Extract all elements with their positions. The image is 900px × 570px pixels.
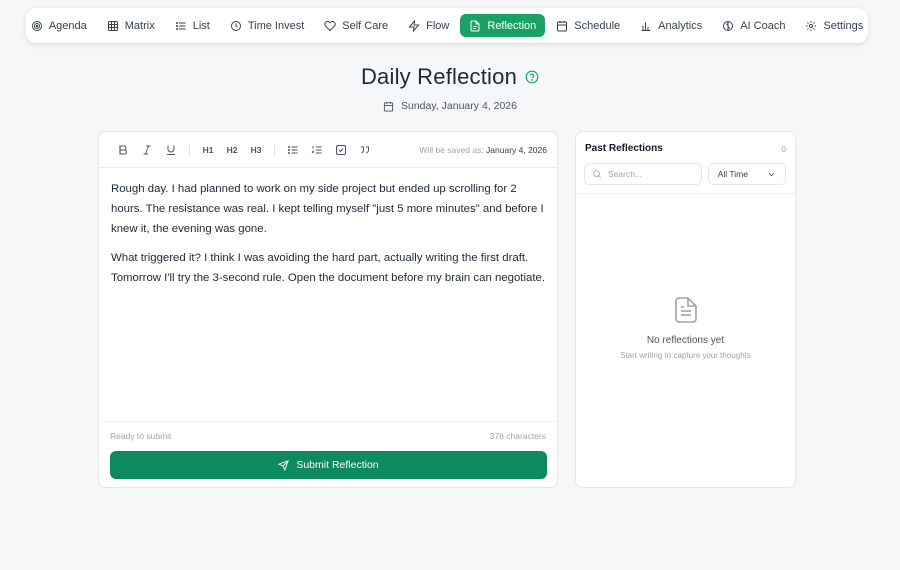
nav-item-label: Settings <box>823 19 864 32</box>
nav-item-label: Matrix <box>124 19 155 32</box>
empty-state: No reflections yet Start writing to capt… <box>576 297 795 360</box>
nav-item-label: List <box>192 19 210 32</box>
editor-toolbar: H1 H2 H3 Will be saved as: January 4, 20… <box>99 132 557 168</box>
heading-1-button[interactable]: H1 <box>196 139 220 161</box>
editor-paragraph: Rough day. I had planned to work on my s… <box>111 183 544 235</box>
nav-item-label: Agenda <box>48 19 87 32</box>
submit-status: Ready to submit <box>110 431 172 441</box>
nav-item-label: Analytics <box>658 19 703 32</box>
bullet-list-button[interactable] <box>281 139 305 161</box>
submit-reflection-button[interactable]: Submit Reflection <box>110 451 547 479</box>
past-reflections-title: Past Reflections <box>585 143 663 154</box>
nav-item-label: AI Coach <box>740 19 786 32</box>
calendar-icon <box>557 20 568 31</box>
nav-item-label: Schedule <box>574 19 621 32</box>
empty-state-subtitle: Start writing to capture your thoughts <box>620 351 751 360</box>
character-count: 376 characters <box>489 431 546 441</box>
bar-chart-icon <box>641 22 651 31</box>
save-date-note: Will be saved as: January 4, 2026 <box>419 145 547 155</box>
send-icon <box>278 459 290 471</box>
numbered-list-button[interactable] <box>305 139 329 161</box>
bold-icon <box>119 144 128 155</box>
panel-divider <box>576 193 795 194</box>
checkbox-icon <box>336 144 346 155</box>
toolbar-divider <box>189 142 190 157</box>
grid-icon <box>107 20 118 31</box>
heading-2-button[interactable]: H2 <box>220 139 244 161</box>
empty-state-title: No reflections yet <box>646 335 725 346</box>
submit-button-label: Submit Reflection <box>296 459 379 471</box>
nav-item-ai-coach[interactable]: AI Coach <box>713 14 794 37</box>
search-icon <box>593 170 602 179</box>
help-circle-icon[interactable] <box>525 70 539 84</box>
editor-content[interactable]: Rough day. I had planned to work on my s… <box>99 168 557 423</box>
nav-item-flow[interactable]: Flow <box>399 14 458 37</box>
checklist-button[interactable] <box>329 139 353 161</box>
nav-item-reflection[interactable]: Reflection <box>460 14 546 37</box>
nav-item-label: Flow <box>426 19 450 32</box>
past-reflections-header: Past Reflections 0 <box>576 132 795 154</box>
list-icon <box>175 21 186 30</box>
italic-icon <box>143 145 151 154</box>
past-reflections-count: 0 <box>781 143 786 154</box>
clock-icon <box>230 20 241 31</box>
save-note-prefix: Will be saved as: <box>419 144 484 155</box>
toolbar-divider <box>274 142 275 157</box>
quote-icon <box>361 146 369 153</box>
editor-footer: Ready to submit 376 characters <box>99 421 557 441</box>
nav-item-label: Self Care <box>342 19 389 32</box>
current-date: Sunday, January 4, 2026 <box>0 100 900 112</box>
date-label: Sunday, January 4, 2026 <box>401 100 517 112</box>
nav-item-list[interactable]: List <box>166 14 219 37</box>
editor-paragraph: What triggered it? I think I was avoidin… <box>111 252 545 284</box>
top-nav: Agenda Matrix List Time Invest Self Care… <box>26 8 868 43</box>
quote-button[interactable] <box>353 139 377 161</box>
nav-item-settings[interactable]: Settings <box>796 14 872 37</box>
nav-item-label: Time Invest <box>247 19 305 32</box>
nav-item-schedule[interactable]: Schedule <box>547 14 629 37</box>
search-box[interactable] <box>584 163 702 185</box>
gear-icon <box>806 20 817 31</box>
heading-3-button[interactable]: H3 <box>244 139 268 161</box>
time-filter-value: All Time <box>717 169 748 179</box>
calendar-icon <box>383 101 394 112</box>
time-filter-select[interactable]: All Time <box>707 163 786 185</box>
nav-item-label: Reflection <box>487 19 537 32</box>
underline-button[interactable] <box>159 139 183 161</box>
past-reflections-controls: All Time <box>576 154 795 185</box>
heart-icon <box>324 20 336 31</box>
italic-button[interactable] <box>135 139 159 161</box>
past-reflections-panel: Past Reflections 0 All Time No reflectio… <box>575 131 796 488</box>
numbered-list-icon <box>311 145 322 153</box>
save-note-date: January 4, 2026 <box>486 144 547 155</box>
document-icon <box>674 297 697 323</box>
file-text-icon <box>470 20 480 31</box>
zap-icon <box>408 19 420 32</box>
nav-item-time-invest[interactable]: Time Invest <box>221 14 313 37</box>
target-icon <box>31 20 42 31</box>
nav-item-agenda[interactable]: Agenda <box>22 14 96 37</box>
brain-icon <box>723 20 734 31</box>
bullet-list-icon <box>288 145 298 154</box>
page-title: Daily Reflection <box>360 64 518 89</box>
nav-item-matrix[interactable]: Matrix <box>98 14 164 37</box>
underline-icon <box>167 145 175 155</box>
reflection-editor: H1 H2 H3 Will be saved as: January 4, 20… <box>98 131 558 488</box>
page-header: Daily Reflection <box>0 64 900 90</box>
search-input[interactable] <box>608 169 688 179</box>
nav-item-self-care[interactable]: Self Care <box>315 14 397 37</box>
chevron-down-icon <box>768 172 775 176</box>
nav-item-analytics[interactable]: Analytics <box>631 14 711 37</box>
bold-button[interactable] <box>111 139 135 161</box>
